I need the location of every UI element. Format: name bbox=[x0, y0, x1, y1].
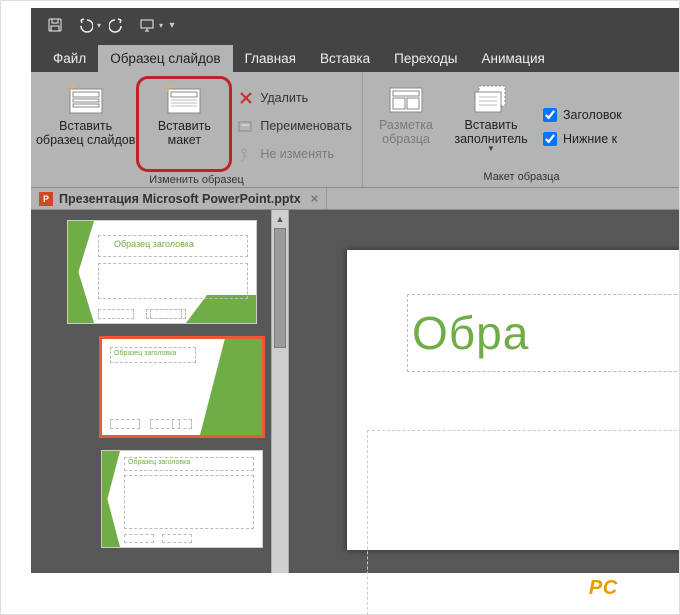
document-title: Презентация Microsoft PowerPoint.pptx bbox=[59, 192, 301, 206]
highlight-annotation: Вставить макет bbox=[136, 76, 232, 172]
scroll-up-button[interactable]: ▲ bbox=[272, 210, 288, 228]
document-close-button[interactable]: × bbox=[311, 191, 319, 206]
rename-label: Переименовать bbox=[260, 119, 352, 133]
layout-thumbnail[interactable]: Образец заголовка bbox=[101, 450, 263, 548]
workspace: Образец заголовка Образец заголовка bbox=[31, 210, 680, 573]
layout-thumb-title: Образец заголовка bbox=[114, 350, 176, 357]
delete-button[interactable]: Удалить bbox=[238, 86, 352, 110]
tab-insert[interactable]: Вставка bbox=[308, 45, 382, 72]
undo-icon bbox=[77, 17, 93, 33]
insert-layout-button[interactable]: Вставить макет bbox=[141, 81, 227, 167]
thumbnail-pane[interactable]: Образец заголовка Образец заголовка bbox=[31, 210, 271, 573]
master-layout-icon bbox=[388, 84, 424, 114]
watermark-part-a: Public- bbox=[524, 577, 589, 599]
layout-thumbnail[interactable]: Образец заголовка bbox=[101, 338, 263, 436]
insert-slide-master-button[interactable]: Вставить образец слайдов bbox=[35, 81, 136, 167]
delete-label: Удалить bbox=[260, 91, 308, 105]
save-icon bbox=[47, 17, 63, 33]
redo-icon bbox=[109, 17, 125, 33]
layout-thumb-title: Образец заголовка bbox=[128, 459, 190, 466]
placeholder-icon bbox=[473, 84, 509, 114]
insert-slide-master-label: Вставить образец слайдов bbox=[36, 119, 135, 148]
slide-canvas[interactable]: Обра bbox=[347, 250, 680, 550]
group-edit-master: Вставить образец слайдов Вставить макет … bbox=[31, 72, 363, 187]
ribbon-tabs: Файл Образец слайдов Главная Вставка Пер… bbox=[31, 42, 680, 72]
watermark-part-b: PC bbox=[589, 577, 618, 599]
tab-transitions[interactable]: Переходы bbox=[382, 45, 469, 72]
slideshow-button[interactable] bbox=[133, 12, 161, 38]
slide-master-icon bbox=[68, 85, 104, 115]
footers-checkbox-input[interactable] bbox=[543, 132, 557, 146]
group-master-layout: Разметка образца Вставить заполнитель ▼ … bbox=[363, 72, 680, 187]
insert-layout-label: Вставить макет bbox=[158, 119, 211, 148]
ribbon: Вставить образец слайдов Вставить макет … bbox=[31, 72, 680, 188]
tab-home[interactable]: Главная bbox=[233, 45, 308, 72]
group-master-layout-label: Макет образца bbox=[363, 169, 680, 187]
save-button[interactable] bbox=[41, 12, 69, 38]
footers-checkbox-label: Нижние к bbox=[563, 132, 617, 146]
master-thumb-title: Образец заголовка bbox=[114, 239, 194, 249]
rename-icon bbox=[238, 118, 254, 134]
title-placeholder-text: Обра bbox=[412, 306, 529, 360]
tab-file[interactable]: Файл bbox=[41, 45, 98, 72]
scroll-handle[interactable] bbox=[274, 228, 286, 348]
powerpoint-file-icon: P bbox=[39, 192, 53, 206]
layout-icon bbox=[166, 85, 202, 115]
preserve-icon bbox=[238, 146, 254, 162]
undo-button[interactable] bbox=[71, 12, 99, 38]
preserve-button[interactable]: Не изменять bbox=[238, 142, 352, 166]
tab-animation[interactable]: Анимация bbox=[469, 45, 556, 72]
qat-customize[interactable]: ▾ bbox=[165, 12, 179, 38]
chevron-down-icon: ▼ bbox=[487, 144, 495, 153]
title-checkbox-label: Заголовок bbox=[563, 108, 622, 122]
slideshow-dropdown[interactable]: ▾ bbox=[159, 21, 163, 30]
document-tab-bar: P Презентация Microsoft PowerPoint.pptx … bbox=[31, 188, 680, 210]
footers-checkbox[interactable]: Нижние к bbox=[543, 132, 622, 146]
title-checkbox[interactable]: Заголовок bbox=[543, 108, 622, 122]
master-layout-label: Разметка образца bbox=[379, 118, 433, 147]
insert-placeholder-button[interactable]: Вставить заполнитель ▼ bbox=[445, 80, 537, 166]
slide-editor[interactable]: Обра bbox=[289, 210, 680, 573]
slideshow-icon bbox=[139, 17, 155, 33]
rename-button[interactable]: Переименовать bbox=[238, 114, 352, 138]
thumbnail-scrollbar[interactable]: ▲ bbox=[271, 210, 289, 573]
watermark: Public-PC.com bbox=[524, 577, 663, 600]
slide-master-thumbnail[interactable]: Образец заголовка bbox=[67, 220, 257, 324]
master-layout-button[interactable]: Разметка образца bbox=[367, 80, 445, 166]
quick-access-toolbar: ▾ ▾ ▾ bbox=[31, 8, 680, 42]
insert-placeholder-label: Вставить заполнитель bbox=[454, 118, 527, 147]
undo-dropdown[interactable]: ▾ bbox=[97, 21, 101, 30]
watermark-part-c: .com bbox=[618, 577, 663, 599]
tab-slide-master[interactable]: Образец слайдов bbox=[98, 45, 232, 72]
document-tab[interactable]: P Презентация Microsoft PowerPoint.pptx … bbox=[31, 188, 327, 209]
title-checkbox-input[interactable] bbox=[543, 108, 557, 122]
group-edit-master-label: Изменить образец bbox=[31, 172, 362, 190]
delete-icon bbox=[238, 90, 254, 106]
preserve-label: Не изменять bbox=[260, 147, 334, 161]
redo-button[interactable] bbox=[103, 12, 131, 38]
title-placeholder[interactable]: Обра bbox=[407, 294, 680, 372]
